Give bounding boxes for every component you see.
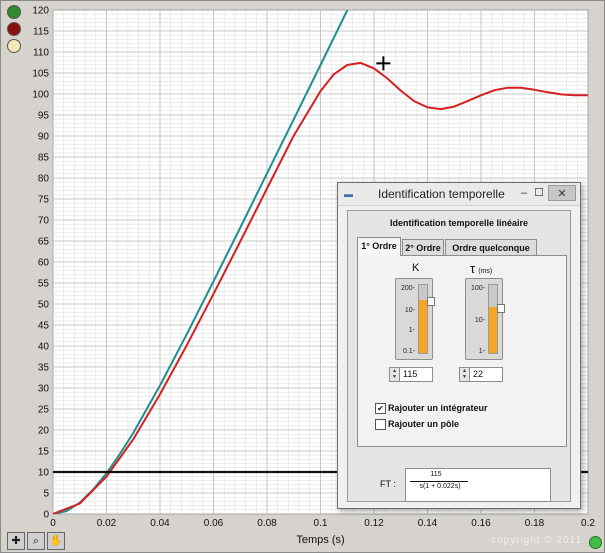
identification-panel: Identification temporelle linéaire 2° Or…: [347, 210, 571, 502]
tab-any-order[interactable]: Ordre quelconque: [445, 239, 537, 256]
transfer-function-display: 115 s(1 + 0.022s): [405, 468, 551, 502]
y-tick-label: 85: [38, 153, 50, 164]
y-tick-label: 60: [38, 258, 50, 269]
y-tick-label: 55: [38, 279, 50, 290]
ft-denominator: s(1 + 0.022s): [419, 483, 461, 490]
y-tick-label: 5: [43, 489, 49, 500]
pan-tool-icon[interactable]: ✋: [47, 532, 65, 550]
y-tick-label: 10: [38, 468, 50, 479]
panel-title: Identification temporelle linéaire: [389, 218, 529, 228]
y-tick-label: 70: [38, 216, 50, 227]
k-slider-track[interactable]: [418, 284, 428, 354]
k-label: K: [412, 262, 420, 274]
y-tick-label: 75: [38, 195, 50, 206]
tau-symbol: τ: [470, 261, 476, 276]
y-tick-label: 40: [38, 342, 50, 353]
y-tick-label: 115: [33, 27, 49, 38]
x-tick-label: 0.04: [150, 518, 170, 529]
y-tick-label: 50: [38, 300, 50, 311]
minimize-button[interactable]: –: [517, 185, 531, 201]
stop-led[interactable]: [7, 22, 21, 36]
app-icon: ▬: [344, 189, 353, 199]
tau-spin-arrows-icon[interactable]: ▲ ▼: [460, 368, 470, 381]
run-led[interactable]: [7, 5, 21, 19]
tau-numeric-input[interactable]: ▲ ▼ 22: [459, 367, 503, 382]
maximize-button[interactable]: ☐: [532, 185, 546, 201]
x-tick-label: 0.08: [257, 518, 277, 529]
dialog-titlebar[interactable]: ▬ Identification temporelle – ☐ ✕: [338, 183, 580, 206]
y-tick-label: 45: [38, 321, 50, 332]
tab-second-order[interactable]: 2° Ordre: [402, 239, 444, 256]
k-slider-fill: [419, 299, 427, 353]
x-tick-label: 0.16: [471, 518, 491, 529]
y-tick-label: 90: [38, 132, 50, 143]
y-tick-label: 120: [32, 6, 49, 17]
y-tick-label: 20: [38, 426, 50, 437]
ft-fraction-bar: [410, 481, 468, 482]
y-tick-label: 25: [38, 405, 50, 416]
x-tick-label: 0.1: [314, 518, 328, 529]
tau-value[interactable]: 22: [473, 369, 483, 379]
x-tick-label: 0: [50, 518, 56, 529]
y-tick-label: 0: [43, 510, 49, 521]
status-led: [589, 536, 602, 549]
tab-first-order[interactable]: 1° Ordre: [357, 237, 401, 256]
x-tick-label: 0.2: [581, 518, 595, 529]
k-spin-arrows-icon[interactable]: ▲ ▼: [390, 368, 400, 381]
tau-tick: 1-: [478, 348, 485, 355]
identification-dialog: ▬ Identification temporelle – ☐ ✕ Identi…: [337, 182, 581, 509]
y-tick-label: 110: [33, 48, 49, 59]
k-slider[interactable]: 200- 10- 1- 0.1-: [395, 278, 435, 360]
x-tick-label: 0.18: [525, 518, 545, 529]
y-tick-label: 30: [38, 384, 50, 395]
zoom-tool-icon[interactable]: ⌕: [27, 532, 45, 550]
x-tick-label: 0.02: [97, 518, 117, 529]
k-tick: 0.1-: [402, 348, 415, 355]
k-tick: 10-: [404, 307, 415, 314]
pole-label[interactable]: Rajouter un pôle: [388, 419, 459, 429]
tau-slider-thumb[interactable]: [497, 304, 505, 314]
graph-tools-palette: ✚ ⌕ ✋: [7, 532, 65, 550]
k-slider-thumb[interactable]: [427, 296, 435, 306]
tau-label: τ (ms): [470, 261, 492, 276]
tau-slider-track[interactable]: [488, 284, 498, 354]
tab-first-order-content: K 200- 10- 1- 0.1- ▲ ▼ 115 τ (ms) 100- 1…: [357, 255, 567, 447]
y-tick-label: 80: [38, 174, 50, 185]
y-tick-label: 100: [32, 90, 49, 101]
x-tick-label: 0.12: [364, 518, 384, 529]
k-tick: 200-: [400, 285, 415, 292]
ft-numerator: 115: [430, 471, 442, 478]
cursor-tool-icon[interactable]: ✚: [7, 532, 25, 550]
y-tick-label: 15: [38, 447, 50, 458]
tau-tick: 10-: [474, 317, 485, 324]
k-tick: 1-: [408, 327, 415, 334]
integrator-label[interactable]: Rajouter un intégrateur: [388, 403, 488, 413]
y-tick-label: 105: [32, 69, 49, 80]
y-tick-label: 65: [38, 237, 50, 248]
y-tick-label: 95: [38, 111, 50, 122]
transfer-function-label: FT :: [380, 479, 396, 489]
tau-slider-fill: [489, 307, 497, 353]
x-tick-label: 0.06: [204, 518, 224, 529]
tau-tick: 100-: [470, 285, 485, 292]
x-axis-label: Temps (s): [296, 534, 344, 546]
k-value[interactable]: 115: [403, 369, 417, 379]
y-tick-label: 35: [38, 363, 50, 374]
copyright-text: copyright © 2011: [491, 535, 583, 546]
close-button[interactable]: ✕: [548, 185, 576, 201]
pole-checkbox[interactable]: [375, 419, 386, 430]
tau-unit: (ms): [478, 268, 493, 275]
x-tick-label: 0.14: [418, 518, 438, 529]
k-numeric-input[interactable]: ▲ ▼ 115: [389, 367, 433, 382]
pause-led[interactable]: [7, 39, 21, 53]
integrator-checkbox[interactable]: ✔: [375, 403, 386, 414]
dialog-title: Identification temporelle: [378, 187, 505, 201]
tau-slider[interactable]: 100- 10- 1-: [465, 278, 505, 360]
